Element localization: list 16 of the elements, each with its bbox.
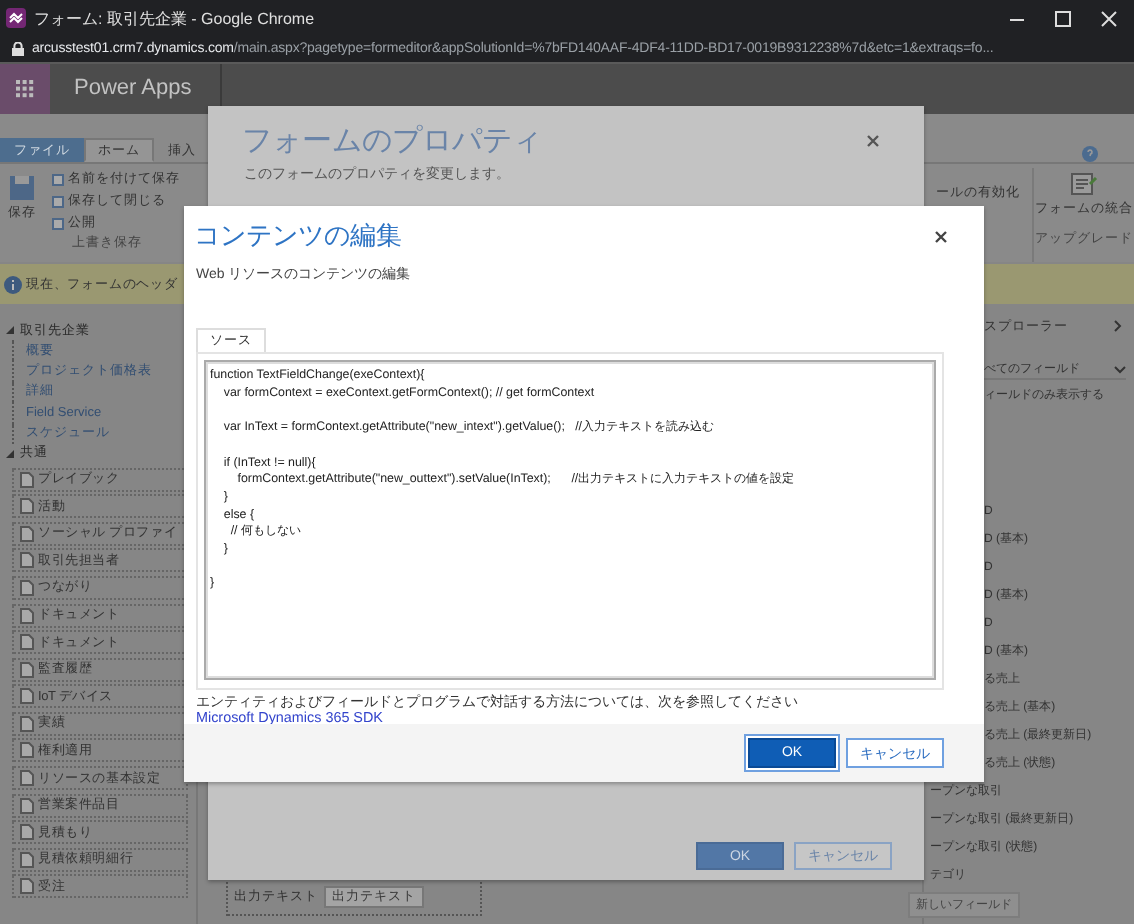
window-title: フォーム: 取引先企業 - Google Chrome: [34, 7, 315, 29]
floppy-icon: [8, 174, 36, 202]
close-icon[interactable]: [934, 229, 948, 243]
app-launcher-button[interactable]: [0, 64, 50, 114]
expand-icon[interactable]: [6, 449, 14, 458]
chevron-down-icon: [1114, 365, 1126, 373]
dialog-title: フォームのプロパティ: [242, 122, 542, 160]
dialog-title: コンテンツの編集: [194, 218, 402, 254]
waffle-icon: [16, 80, 34, 98]
maximize-icon[interactable]: [1054, 9, 1072, 27]
lock-icon: [12, 42, 24, 56]
chevron-right-icon[interactable]: [1114, 320, 1122, 332]
info-icon: [4, 275, 22, 293]
app-icon: [6, 8, 26, 28]
form-icon: [1070, 172, 1098, 196]
expand-icon[interactable]: [6, 326, 14, 334]
